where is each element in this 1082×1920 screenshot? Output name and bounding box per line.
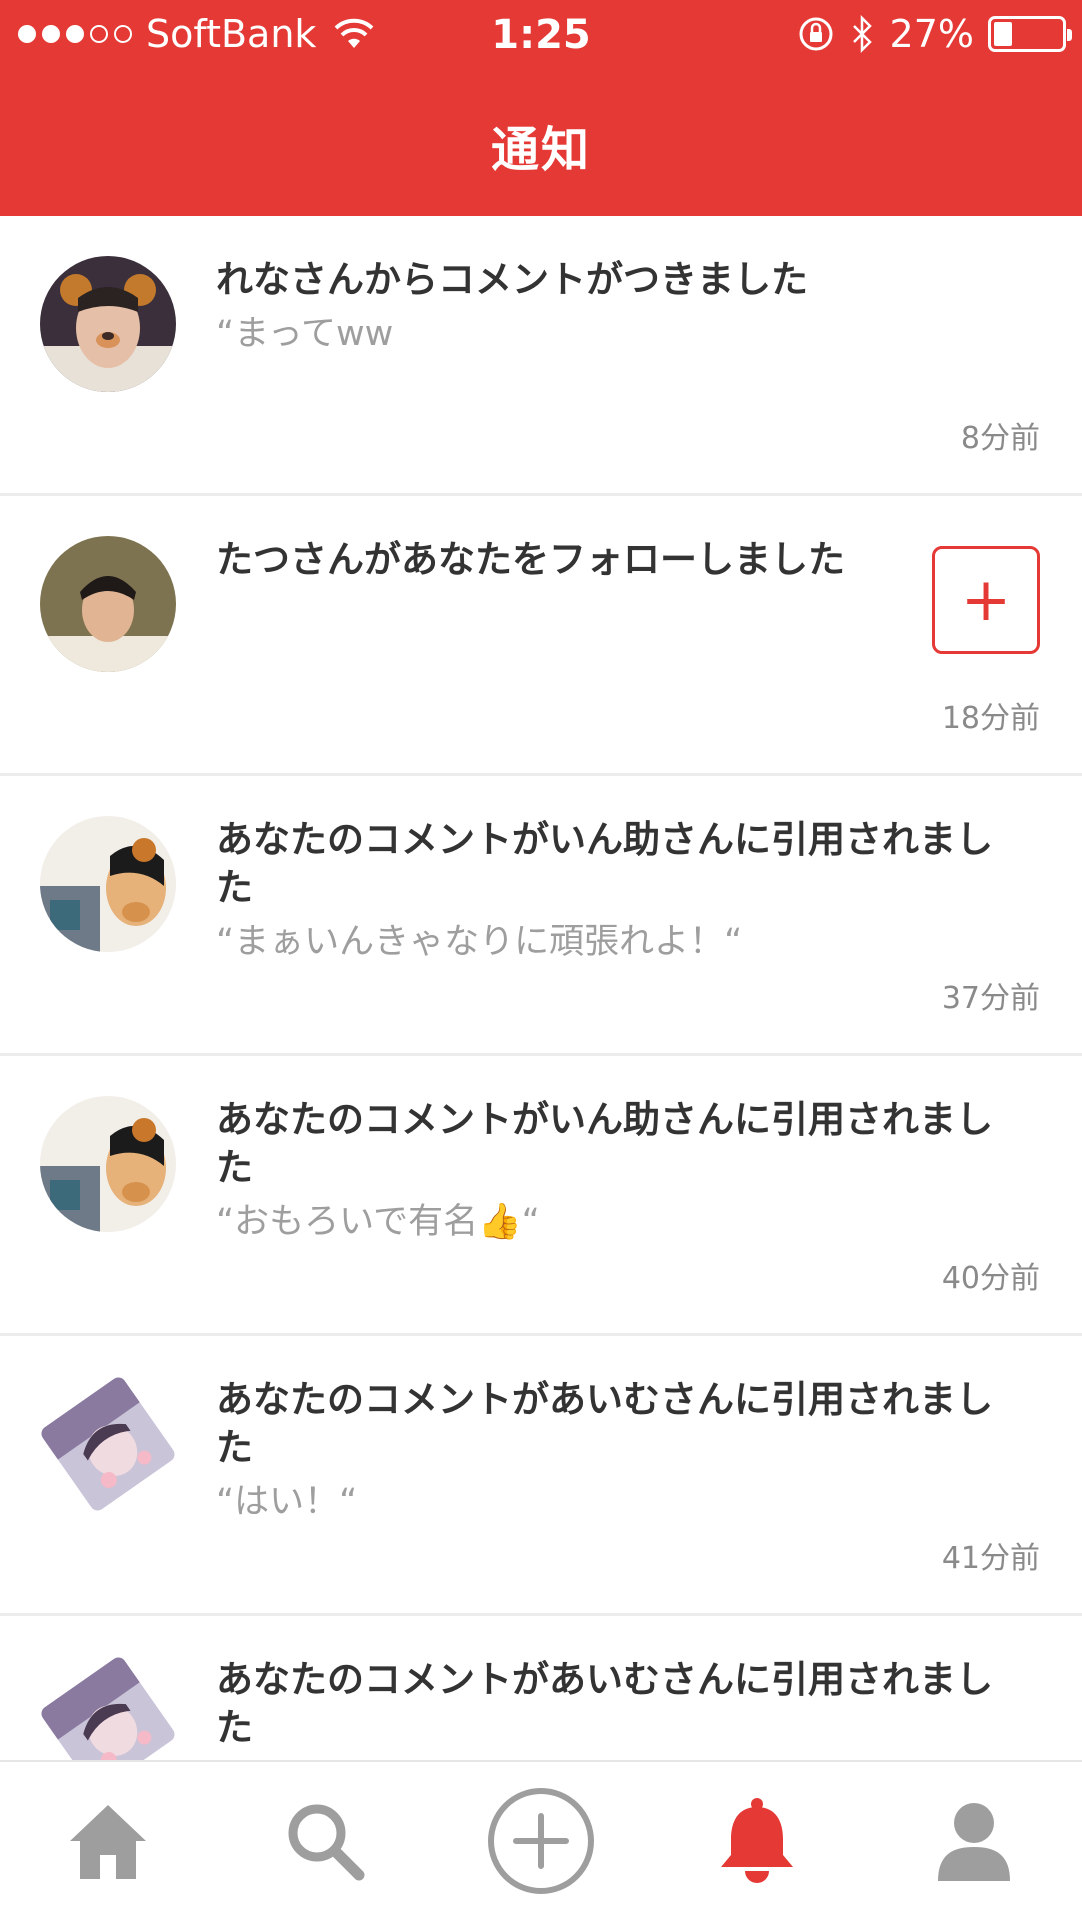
notification-quote: “まぁいんきゃなりに頑張れよ！“ [216, 922, 743, 962]
avatar[interactable] [40, 816, 176, 952]
tab-bar [0, 1760, 1082, 1920]
notification-time: 8分前 [960, 421, 1040, 456]
tab-search[interactable] [265, 1781, 385, 1901]
battery-percent: 27% [889, 12, 974, 56]
notification-time: 40分前 [941, 1261, 1040, 1296]
notification-item[interactable]: あなたのコメントがあいむさんに引用されました [0, 1616, 1082, 1760]
battery-icon [988, 16, 1072, 52]
notification-quote: “おもろいで有名👍“ [216, 1202, 540, 1242]
tab-notifications[interactable] [697, 1781, 817, 1901]
notification-time: 37分前 [941, 981, 1040, 1016]
notification-time: 41分前 [941, 1541, 1040, 1576]
notification-item[interactable]: れなさんからコメントがつきました “まってww 8分前 [0, 216, 1082, 496]
notification-item[interactable]: たつさんがあなたをフォローしました + 18分前 [0, 496, 1082, 776]
notification-item[interactable]: あなたのコメントがいん助さんに引用されました “まぁいんきゃなりに頑張れよ！“ … [0, 776, 1082, 1056]
status-bar: SoftBank 1:25 27% [0, 0, 1082, 70]
follow-button[interactable]: + [932, 546, 1040, 654]
tab-home[interactable] [48, 1781, 168, 1901]
notification-item[interactable]: あなたのコメントがあいむさんに引用されました “はい！“ 41分前 [0, 1336, 1082, 1616]
notification-title: あなたのコメントがいん助さんに引用されました [216, 818, 993, 909]
notification-title: あなたのコメントがあいむさんに引用されました [216, 1658, 993, 1749]
profile-icon [937, 1803, 1010, 1881]
home-icon [70, 1805, 147, 1879]
tab-profile[interactable] [914, 1781, 1034, 1901]
avatar[interactable] [38, 1654, 178, 1760]
avatar[interactable] [40, 1096, 176, 1232]
bell-icon [721, 1798, 794, 1883]
notification-title: れなさんからコメントがつきました [216, 258, 808, 301]
add-icon [487, 1788, 594, 1894]
orientation-lock-icon [799, 17, 833, 51]
avatar[interactable] [38, 1374, 178, 1514]
status-right: 27% [796, 12, 1072, 56]
notification-time: 18分前 [941, 701, 1040, 736]
notification-title: たつさんがあなたをフォローしました [216, 538, 845, 581]
bluetooth-icon [852, 14, 872, 54]
notification-title: あなたのコメントがあいむさんに引用されました [216, 1378, 993, 1469]
search-icon [288, 1804, 365, 1881]
app: SoftBank 1:25 27% 通知 れなさんからコメントがつきました “ま… [0, 0, 1082, 1920]
battery-level [994, 22, 1012, 46]
notification-title: あなたのコメントがいん助さんに引用されました [216, 1098, 993, 1189]
notification-item[interactable]: あなたのコメントがいん助さんに引用されました “おもろいで有名👍“ 40分前 [0, 1056, 1082, 1336]
page-title: 通知 [490, 122, 591, 178]
avatar[interactable] [40, 256, 176, 392]
notification-quote: “まってww [216, 314, 394, 354]
notification-list: れなさんからコメントがつきました “まってww 8分前 たつさんがあなたをフォロ… [0, 216, 1082, 1760]
notification-quote: “はい！“ [216, 1482, 358, 1522]
header: SoftBank 1:25 27% 通知 [0, 0, 1082, 216]
avatar[interactable] [40, 536, 176, 672]
tab-post[interactable] [481, 1781, 601, 1901]
